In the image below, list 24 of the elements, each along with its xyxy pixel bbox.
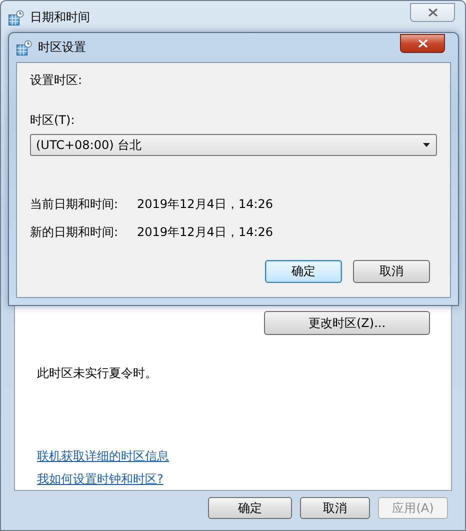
- field-value: 2019年12月4日，14:26: [137, 196, 274, 213]
- clock-grid-icon: [8, 10, 24, 26]
- dst-note: 此时区未实行夏令时。: [37, 365, 158, 382]
- dialog-button[interactable]: 取消: [353, 260, 430, 283]
- help-link[interactable]: 联机获取详细的时区信息: [37, 448, 169, 465]
- dialog-button[interactable]: 确定: [208, 497, 292, 519]
- close-button[interactable]: [410, 3, 455, 22]
- close-icon: [428, 8, 438, 17]
- clock-grid-icon: [16, 40, 32, 56]
- dropdown-arrow-icon: [423, 143, 430, 147]
- close-icon: [418, 39, 428, 48]
- change-timezone-button[interactable]: 更改时区(Z)...: [264, 311, 430, 335]
- dialog-button[interactable]: 确定: [265, 260, 342, 283]
- field-label: 当前日期和时间:: [30, 196, 120, 213]
- timezone-label: 时区(T):: [30, 112, 76, 129]
- dialog-button[interactable]: 取消: [300, 497, 370, 519]
- field-label: 新的日期和时间:: [30, 224, 120, 241]
- dialog-title: 时区设置: [38, 39, 86, 56]
- close-button[interactable]: [400, 34, 445, 53]
- window-title: 日期和时间: [30, 9, 90, 26]
- help-link[interactable]: 我如何设置时钟和时区?: [37, 471, 164, 488]
- timezone-dropdown[interactable]: (UTC+08:00) 台北: [30, 134, 437, 156]
- field-value: 2019年12月4日，14:26: [137, 224, 274, 241]
- section-label: 设置时区:: [30, 72, 84, 89]
